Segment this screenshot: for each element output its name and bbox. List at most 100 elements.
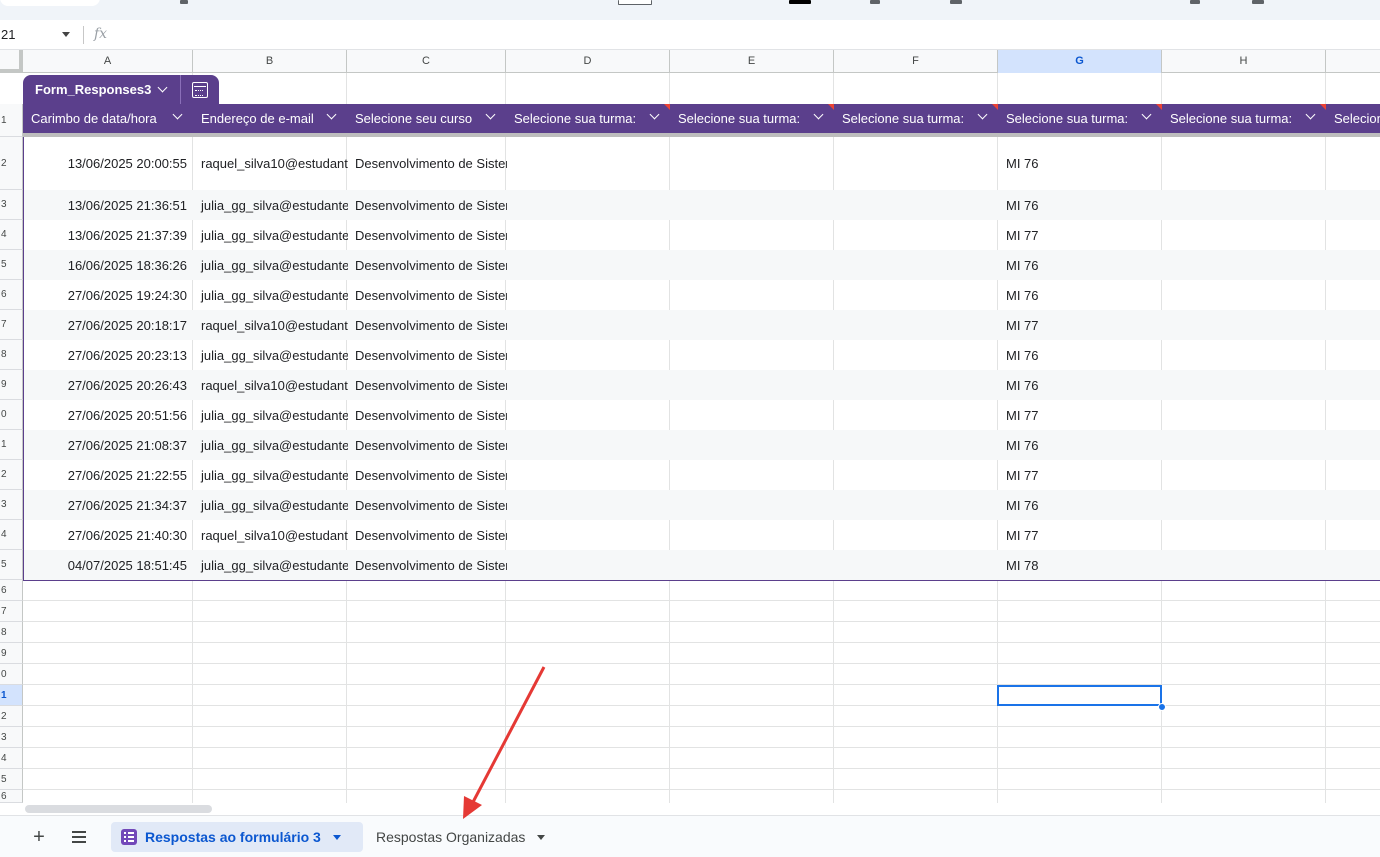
row-header[interactable]: 5 (0, 250, 23, 280)
sheet-tab-respostas-organizadas[interactable]: Respostas Organizadas (366, 822, 555, 852)
table-cell[interactable] (671, 280, 835, 310)
row-header[interactable]: 2 (0, 460, 23, 490)
table-cell[interactable] (1163, 220, 1327, 250)
chevron-down-icon[interactable] (813, 109, 824, 120)
toolbar-icon[interactable] (950, 0, 962, 4)
table-cell[interactable] (1163, 137, 1327, 190)
table-header-cell[interactable]: Selecion (1326, 104, 1380, 133)
table-header-cell[interactable]: Selecione seu curso (347, 104, 506, 133)
table-cell[interactable]: MI 77 (999, 400, 1163, 430)
table-cell[interactable]: 27/06/2025 21:34:37 (24, 490, 194, 520)
table-cell[interactable] (835, 280, 999, 310)
table-cell[interactable]: MI 78 (999, 550, 1163, 580)
row-header[interactable]: 5 (0, 550, 23, 580)
table-cell[interactable] (1163, 340, 1327, 370)
table-cell[interactable] (671, 520, 835, 550)
table-cell[interactable]: 13/06/2025 20:00:55 (24, 137, 194, 190)
chevron-down-icon[interactable] (485, 109, 496, 120)
toolbar-font-size-box[interactable] (618, 0, 652, 5)
table-cell[interactable] (835, 490, 999, 520)
table-cell[interactable]: Desenvolvimento de Sistemas (348, 310, 507, 340)
table-cell[interactable]: julia_gg_silva@estudante (194, 220, 348, 250)
row-header[interactable]: 9 (0, 370, 23, 400)
table-cell[interactable] (1163, 550, 1327, 580)
table-cell[interactable]: 27/06/2025 20:18:17 (24, 310, 194, 340)
table-cell[interactable] (671, 430, 835, 460)
table-cell[interactable]: julia_gg_silva@estudante (194, 340, 348, 370)
table-cell[interactable] (1163, 250, 1327, 280)
table-cell[interactable]: MI 76 (999, 370, 1163, 400)
table-cell[interactable]: julia_gg_silva@estudante (194, 280, 348, 310)
table-cell[interactable]: MI 77 (999, 310, 1163, 340)
table-cell[interactable] (835, 370, 999, 400)
table-cell[interactable] (671, 190, 835, 220)
table-cell[interactable]: Desenvolvimento de Sistemas (348, 400, 507, 430)
column-header-c[interactable]: C (347, 50, 506, 73)
plus-icon[interactable]: + (26, 824, 52, 850)
row-header[interactable]: 3 (0, 490, 23, 520)
table-cell[interactable]: MI 76 (999, 340, 1163, 370)
row-header[interactable]: 0 (0, 400, 23, 430)
table-cell[interactable]: Desenvolvimento de Sistemas (348, 250, 507, 280)
table-cell[interactable] (835, 137, 999, 190)
table-cell[interactable]: julia_gg_silva@estudante (194, 190, 348, 220)
table-cell[interactable]: 27/06/2025 19:24:30 (24, 280, 194, 310)
selected-cell[interactable] (997, 685, 1162, 706)
table-cell[interactable]: 13/06/2025 21:36:51 (24, 190, 194, 220)
table-cell[interactable]: 27/06/2025 20:26:43 (24, 370, 194, 400)
table-cell[interactable] (507, 310, 671, 340)
menu-icon[interactable] (66, 824, 92, 850)
table-cell[interactable]: 16/06/2025 18:36:26 (24, 250, 194, 280)
table-cell[interactable] (507, 430, 671, 460)
table-cell[interactable] (671, 370, 835, 400)
table-cell[interactable] (1163, 280, 1327, 310)
sheet-tab-respostas-formulario-3[interactable]: Respostas ao formulário 3 (111, 822, 363, 852)
fill-handle[interactable] (1158, 703, 1166, 711)
table-header-cell[interactable]: Selecione sua turma: (834, 104, 998, 133)
toolbar-icon[interactable] (1190, 0, 1200, 4)
chevron-down-icon[interactable] (1141, 109, 1152, 120)
table-cell[interactable]: julia_gg_silva@estudante (194, 460, 348, 490)
table-cell[interactable]: Desenvolvimento de Sistemas (348, 520, 507, 550)
column-header-a[interactable]: A (23, 50, 193, 73)
table-cell[interactable]: MI 76 (999, 430, 1163, 460)
table-view-icon[interactable] (181, 75, 219, 104)
table-cell[interactable]: 13/06/2025 21:37:39 (24, 220, 194, 250)
toolbar-icon[interactable] (180, 0, 188, 4)
row-header[interactable]: 8 (0, 622, 23, 643)
table-cell[interactable]: MI 77 (999, 220, 1163, 250)
table-cell[interactable]: 27/06/2025 20:23:13 (24, 340, 194, 370)
table-cell[interactable]: julia_gg_silva@estudante (194, 550, 348, 580)
table-cell[interactable] (1163, 460, 1327, 490)
table-cell[interactable] (507, 190, 671, 220)
row-header[interactable]: 7 (0, 601, 23, 622)
toolbar-search-pill[interactable] (0, 0, 100, 6)
table-cell[interactable] (1163, 520, 1327, 550)
column-header-g[interactable]: G (998, 50, 1162, 73)
table-cell[interactable]: MI 76 (999, 490, 1163, 520)
column-header-f[interactable]: F (834, 50, 998, 73)
column-header-d[interactable]: D (506, 50, 670, 73)
chevron-down-icon[interactable] (977, 109, 988, 120)
table-cell[interactable] (507, 220, 671, 250)
row-header-selected[interactable]: 1 (0, 685, 23, 706)
table-cell[interactable]: Desenvolvimento de Sistemas (348, 340, 507, 370)
table-cell[interactable] (507, 340, 671, 370)
row-header[interactable]: 6 (0, 280, 23, 310)
table-cell[interactable]: julia_gg_silva@estudante (194, 430, 348, 460)
row-header[interactable]: 6 (0, 790, 23, 803)
table-cell[interactable]: raquel_silva10@estudante (194, 370, 348, 400)
table-cell[interactable] (835, 190, 999, 220)
table-cell[interactable] (671, 490, 835, 520)
table-cell[interactable] (507, 550, 671, 580)
table-cell[interactable] (1163, 430, 1327, 460)
column-header-h[interactable]: H (1162, 50, 1326, 73)
table-cell[interactable] (507, 280, 671, 310)
table-cell[interactable] (671, 460, 835, 490)
table-cell[interactable] (507, 490, 671, 520)
table-cell[interactable] (1163, 310, 1327, 340)
chevron-down-icon[interactable] (649, 109, 660, 120)
row-header[interactable]: 4 (0, 220, 23, 250)
table-cell[interactable]: raquel_silva10@estudante (194, 137, 348, 190)
table-cell[interactable] (1163, 490, 1327, 520)
